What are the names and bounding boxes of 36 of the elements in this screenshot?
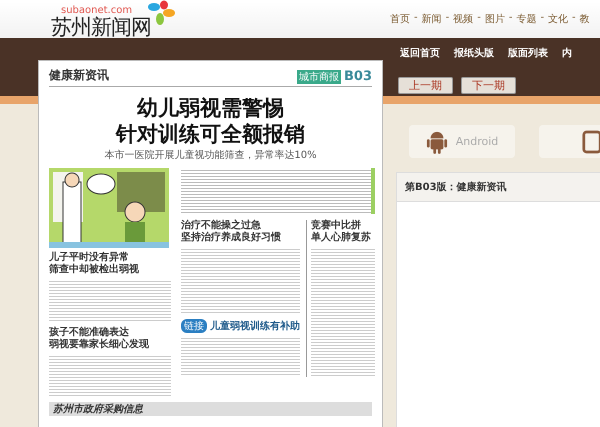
link-tag: 链接 xyxy=(181,319,207,333)
article-title: 治疗不能操之过急 坚持治疗养成良好习惯 xyxy=(181,220,282,244)
article-title: 儿童弱视训练有补助 xyxy=(210,319,300,333)
section-title: 健康新资讯 xyxy=(49,67,109,84)
nav-separator: - xyxy=(414,12,418,25)
nav-separator: - xyxy=(572,12,576,25)
subnav-link[interactable]: 返回首页 xyxy=(400,46,440,60)
newspaper-page[interactable]: 健康新资讯 城市商报 B03 幼儿弱视需警惕 针对训练可全额报销 本市一医院开展儿童视功能筛查，异常率达10% 儿子平时没有异常 筛查中却被检出弱视 孩子不能准确表达 弱视要靠家长细心发现 治疗不能操之过急 坚持治疗养成良好习惯 链接 儿童弱视训练有补助 竞赛中比拼 单人心肺复苏 苏州市政府采购信息 xyxy=(38,60,383,427)
nav-separator: - xyxy=(508,12,512,25)
article-title: 孩子不能准确表达 弱视要靠家长细心发现 xyxy=(49,327,150,351)
nav-link[interactable]: 图片 xyxy=(484,12,505,26)
page-number: B03 xyxy=(344,69,372,84)
nav-link[interactable]: 首页 xyxy=(390,12,410,26)
article-title: 竞赛中比拼 单人心肺复苏 xyxy=(311,220,372,244)
subheadline: 本市一医院开展儿童视功能筛查，异常率达10% xyxy=(103,148,318,162)
nav-separator: - xyxy=(540,12,544,25)
subnav-link[interactable]: 版面列表 xyxy=(508,46,548,60)
issue-button[interactable]: 下一期 xyxy=(461,77,516,94)
subnav-link[interactable]: 内 xyxy=(562,46,572,60)
masthead-badge: 城市商报 xyxy=(297,70,341,84)
nav-link[interactable]: 教 xyxy=(580,12,590,26)
headline: 针对训练可全额报销 xyxy=(114,121,306,147)
site-logo-name[interactable]: 苏州新闻网 xyxy=(51,13,151,41)
article-title: 儿子平时没有异常 筛查中却被检出弱视 xyxy=(49,252,140,276)
nav-link[interactable]: 视频 xyxy=(453,12,474,26)
subnav-link[interactable]: 报纸头版 xyxy=(454,46,494,60)
issue-button[interactable]: 上一期 xyxy=(398,77,453,94)
nav-separator: - xyxy=(446,12,450,25)
ad-banner: 苏州市政府采购信息 xyxy=(49,402,372,416)
nav-link[interactable]: 文化 xyxy=(548,12,568,26)
headline: 幼儿弱视需警惕 xyxy=(136,95,285,121)
tablet-icon xyxy=(582,130,600,154)
logo-domain: subaonet.com xyxy=(61,5,132,16)
nav-separator: - xyxy=(477,12,481,25)
nav-link[interactable]: 专题 xyxy=(516,12,536,26)
nav-link[interactable]: 新闻 xyxy=(422,12,442,26)
